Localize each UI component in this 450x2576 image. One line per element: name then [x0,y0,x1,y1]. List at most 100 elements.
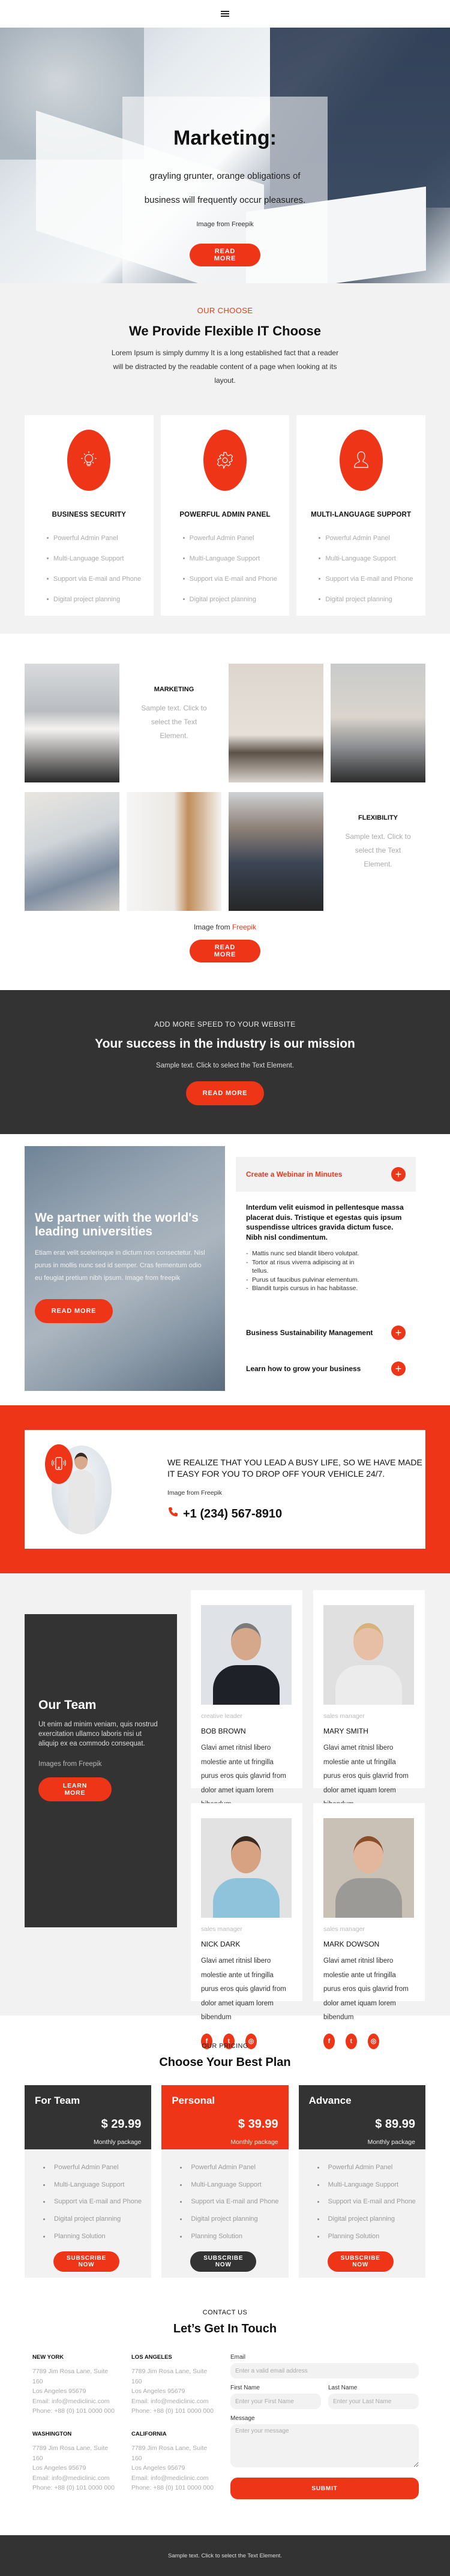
feature-card: MULTI-LANGUAGE SUPPORT Powerful Admin Pa… [296,415,426,616]
office-address: 7789 Jim Rosa Lane, Suite 160 [32,2368,109,2385]
member-bio: Glavi amet ritnisl libero molestie ante … [323,1957,409,2021]
feature-item: Powerful Admin Panel [47,528,154,548]
hero-read-more-button[interactable]: READ MORE [190,244,260,266]
feature-title: POWERFUL ADMIN PANEL [179,511,271,518]
phone-icon [167,1506,179,1522]
learn-more-button[interactable]: LEARN MORE [38,1777,112,1801]
accordion-item-header[interactable]: Learn how to grow your business + [236,1351,416,1387]
office-email: Email: info@mediclinic.com [131,2474,209,2482]
plan-feature: Digital project planning [179,2211,288,2228]
submit-button[interactable]: SUBMIT [230,2478,419,2499]
plus-icon[interactable]: + [391,1325,406,1340]
last-name-input[interactable] [328,2394,419,2409]
team-member-card: sales manager MARK DOWSON Glavi amet rit… [313,1803,425,2049]
accordion-title: Create a Webinar in Minutes [246,1170,343,1178]
team-text: Ut enim ad minim veniam, quis nostrud ex… [38,1721,158,1747]
plan-feature: Multi-Language Support [179,2176,288,2194]
feature-item: Support via E-mail and Phone [319,569,425,589]
team-title: Our Team [38,1698,97,1712]
office-email: Email: info@mediclinic.com [131,2397,209,2405]
twitter-icon[interactable]: t [346,2033,357,2049]
office-email: Email: info@mediclinic.com [32,2397,110,2405]
gallery-credit: Image from Freepik [25,923,425,931]
pricing-title: Choose Your Best Plan [159,2056,291,2069]
office-card: NEW YORK 7789 Jim Rosa Lane, Suite 160 L… [32,2354,131,2422]
team-credit: Images from Freepik [38,1761,102,1768]
office-city: WASHINGTON [32,2431,72,2437]
member-role: creative leader [201,1713,242,1720]
hamburger-menu-icon[interactable] [221,11,229,17]
hero-title: Marketing: [173,127,277,149]
first-name-input[interactable] [230,2394,321,2409]
office-address: 7789 Jim Rosa Lane, Suite 160 [32,2445,109,2462]
plan-feature: Support via E-mail and Phone [179,2193,288,2211]
phone-number[interactable]: +1 (234) 567-8910 [167,1506,425,1522]
member-role: sales manager [323,1713,365,1720]
feature-item: Powerful Admin Panel [182,528,290,548]
plan-feature: Powerful Admin Panel [179,2159,288,2176]
message-textarea[interactable] [230,2424,419,2467]
member-bio: Glavi amet ritnisl libero molestie ante … [323,1744,409,1808]
feature-item: Support via E-mail and Phone [47,569,154,589]
feature-item: Digital project planning [182,589,290,610]
plan-feature: Multi-Language Support [43,2176,151,2194]
office-phone: Phone: +88 (0) 101 0000 000 [32,2484,115,2491]
facebook-icon[interactable]: f [323,2033,335,2049]
contact-section: CONTACT US Let’s Get In Touch NEW YORK 7… [0,2290,450,2535]
instagram-icon[interactable]: ◎ [368,2033,379,2049]
hero-section: Marketing: grayling grunter, orange obli… [0,28,450,283]
office-city-zip: Los Angeles 95679 [131,2388,185,2395]
email-input[interactable] [230,2363,419,2379]
member-role: sales manager [201,1926,242,1933]
plan-feature: Support via E-mail and Phone [317,2193,425,2211]
accordion-list-item: Blandit turpis cursus in hac habitasse. [246,1284,360,1293]
gallery-tile-title: MARKETING [154,685,194,693]
team-intro-panel: Our Team Ut enim ad minim veniam, quis n… [25,1614,177,1927]
mission-banner: ADD MORE SPEED TO YOUR WEBSITE Your succ… [0,990,450,1134]
gallery-read-more-button[interactable]: READ MORE [190,940,260,962]
mission-read-more-button[interactable]: READ MORE [186,1081,264,1105]
member-name: MARY SMITH [323,1727,368,1735]
feature-item: Digital project planning [319,589,425,610]
pricing-plan: Advance $ 89.99 Monthly package Powerful… [298,2085,425,2278]
user-icon [339,430,383,491]
office-city: CALIFORNIA [131,2431,167,2437]
accordion-title: Learn how to grow your business [246,1364,361,1373]
plan-feature: Powerful Admin Panel [317,2159,425,2176]
subscribe-button[interactable]: SUBSCRIBE NOW [53,2251,119,2272]
subscribe-button[interactable]: SUBSCRIBE NOW [327,2251,394,2272]
partner-image-card: We partner with the world's leading univ… [25,1146,225,1391]
gear-icon [203,430,247,491]
plan-feature: Digital project planning [317,2211,425,2228]
plan-feature: Multi-Language Support [317,2176,425,2194]
office-email: Email: info@mediclinic.com [32,2474,110,2482]
member-bio: Glavi amet ritnisl libero molestie ante … [201,1744,286,1808]
hero-overlay: Marketing: grayling grunter, orange obli… [122,97,328,283]
member-photo [323,1818,414,1918]
team-member-card: sales manager NICK DARK Glavi amet ritni… [191,1803,302,2049]
partner-read-more-button[interactable]: READ MORE [35,1299,113,1323]
plan-period: Monthly package [230,2139,278,2146]
subscribe-button[interactable]: SUBSCRIBE NOW [190,2251,257,2272]
office-city-zip: Los Angeles 95679 [32,2388,86,2395]
member-bio: Glavi amet ritnisl libero molestie ante … [201,1957,286,2021]
gallery-image [229,664,323,782]
plan-price: $ 39.99 [238,2118,278,2131]
accordion-item-header[interactable]: Create a Webinar in Minutes + [236,1157,416,1192]
accordion-item-header[interactable]: Business Sustainability Management + [236,1315,416,1351]
freepik-link[interactable]: Freepik [232,923,256,931]
footer-text: Sample text. Click to select the Text El… [168,2552,282,2559]
gallery-section: MARKETING Sample text. Click to select t… [0,634,450,978]
plus-icon[interactable]: + [391,1167,406,1181]
plan-feature: Powerful Admin Panel [43,2159,151,2176]
office-city: NEW YORK [32,2354,64,2361]
feature-item: Digital project planning [47,589,154,610]
plan-period: Monthly package [93,2139,142,2146]
pricing-plan-highlighted: Personal $ 39.99 Monthly package Powerfu… [161,2085,289,2278]
member-name: BOB BROWN [201,1727,246,1735]
office-address: 7789 Jim Rosa Lane, Suite 160 [131,2445,208,2462]
accordion-list-item: Purus ut faucibus pulvinar elementum. [246,1276,360,1285]
features-section: OUR CHOOSE We Provide Flexible IT Choose… [0,283,450,634]
plus-icon[interactable]: + [391,1361,406,1376]
member-name: MARK DOWSON [323,1940,380,1948]
